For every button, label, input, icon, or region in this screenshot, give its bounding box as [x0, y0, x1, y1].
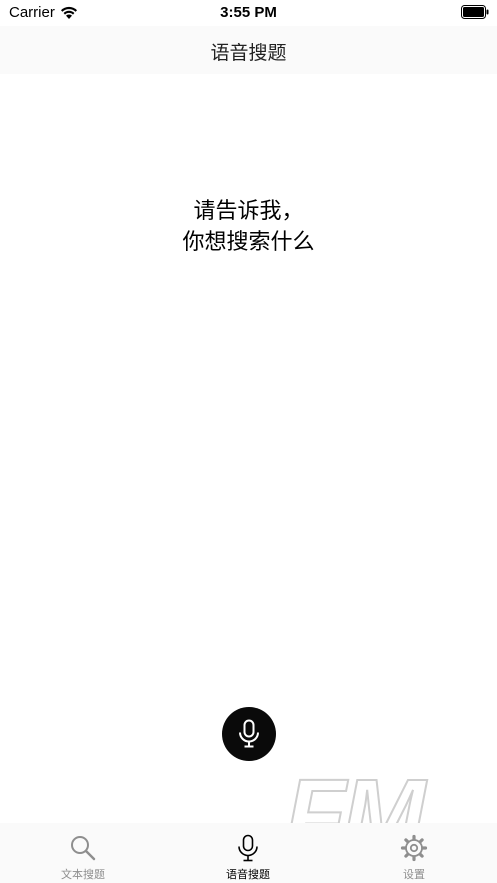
prompt-line-2: 你想搜索什么 [182, 230, 315, 255]
tab-voice-search-label: 语音搜题 [226, 868, 270, 881]
status-bar: Carrier 3:55 PM [0, 0, 497, 26]
search-icon [71, 836, 96, 861]
navigation-bar: 语音搜题 [0, 26, 497, 74]
record-voice-button[interactable] [222, 707, 276, 761]
battery-icon [461, 5, 489, 19]
microphone-icon [239, 719, 259, 748]
tab-settings-label: 设置 [403, 868, 425, 881]
prompt-line-1: 请告诉我， [193, 199, 304, 224]
tab-voice-search[interactable]: 语音搜题 [198, 823, 298, 883]
tab-settings[interactable]: 设置 [364, 823, 464, 883]
tab-text-search[interactable]: 文本搜题 [33, 823, 133, 883]
tab-bar: 文本搜题 语音搜题 设置 [0, 823, 497, 883]
tab-text-search-label: 文本搜题 [61, 868, 105, 881]
voice-prompt: 请告诉我， 你想搜索什么 [0, 196, 497, 258]
gear-icon [400, 834, 428, 862]
page-title: 语音搜题 [210, 42, 287, 64]
status-time: 3:55 PM [220, 4, 277, 21]
microphone-icon [238, 834, 258, 862]
